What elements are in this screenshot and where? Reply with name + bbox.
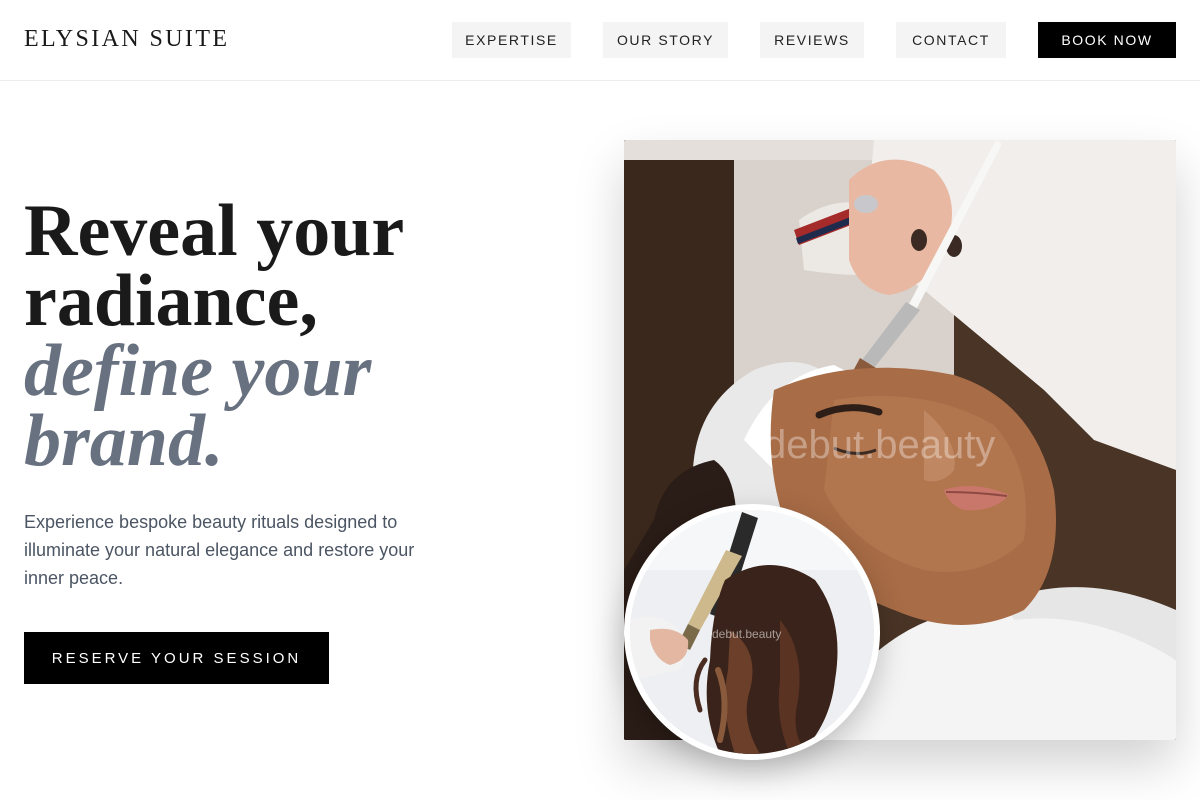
circle-watermark: debut.beauty <box>712 627 781 641</box>
nav-expertise[interactable]: EXPERTISE <box>452 22 571 58</box>
reserve-session-button[interactable]: RESERVE YOUR SESSION <box>24 632 329 684</box>
hair-styling-photo: debut.beauty <box>624 504 880 760</box>
book-now-button[interactable]: BOOK NOW <box>1038 22 1176 58</box>
nav-our-story[interactable]: OUR STORY <box>603 22 728 58</box>
hero-title-accent-line: define your <box>24 330 372 412</box>
hero-description: Experience bespoke beauty rituals design… <box>24 512 415 588</box>
site-header: ELYSIAN SUITE EXPERTISE OUR STORY REVIEW… <box>0 0 1200 81</box>
hero-title: Reveal your radiance, define your brand. <box>24 190 405 482</box>
hero-title-line: radiance, <box>24 260 318 342</box>
photo-watermark: debut.beauty <box>764 423 995 467</box>
hero-title-accent-line: brand. <box>24 400 224 482</box>
hero-title-line: Reveal your <box>24 190 405 272</box>
brand-logo[interactable]: ELYSIAN SUITE <box>24 26 229 53</box>
nav-contact[interactable]: CONTACT <box>896 22 1006 58</box>
nav-reviews[interactable]: REVIEWS <box>760 22 864 58</box>
